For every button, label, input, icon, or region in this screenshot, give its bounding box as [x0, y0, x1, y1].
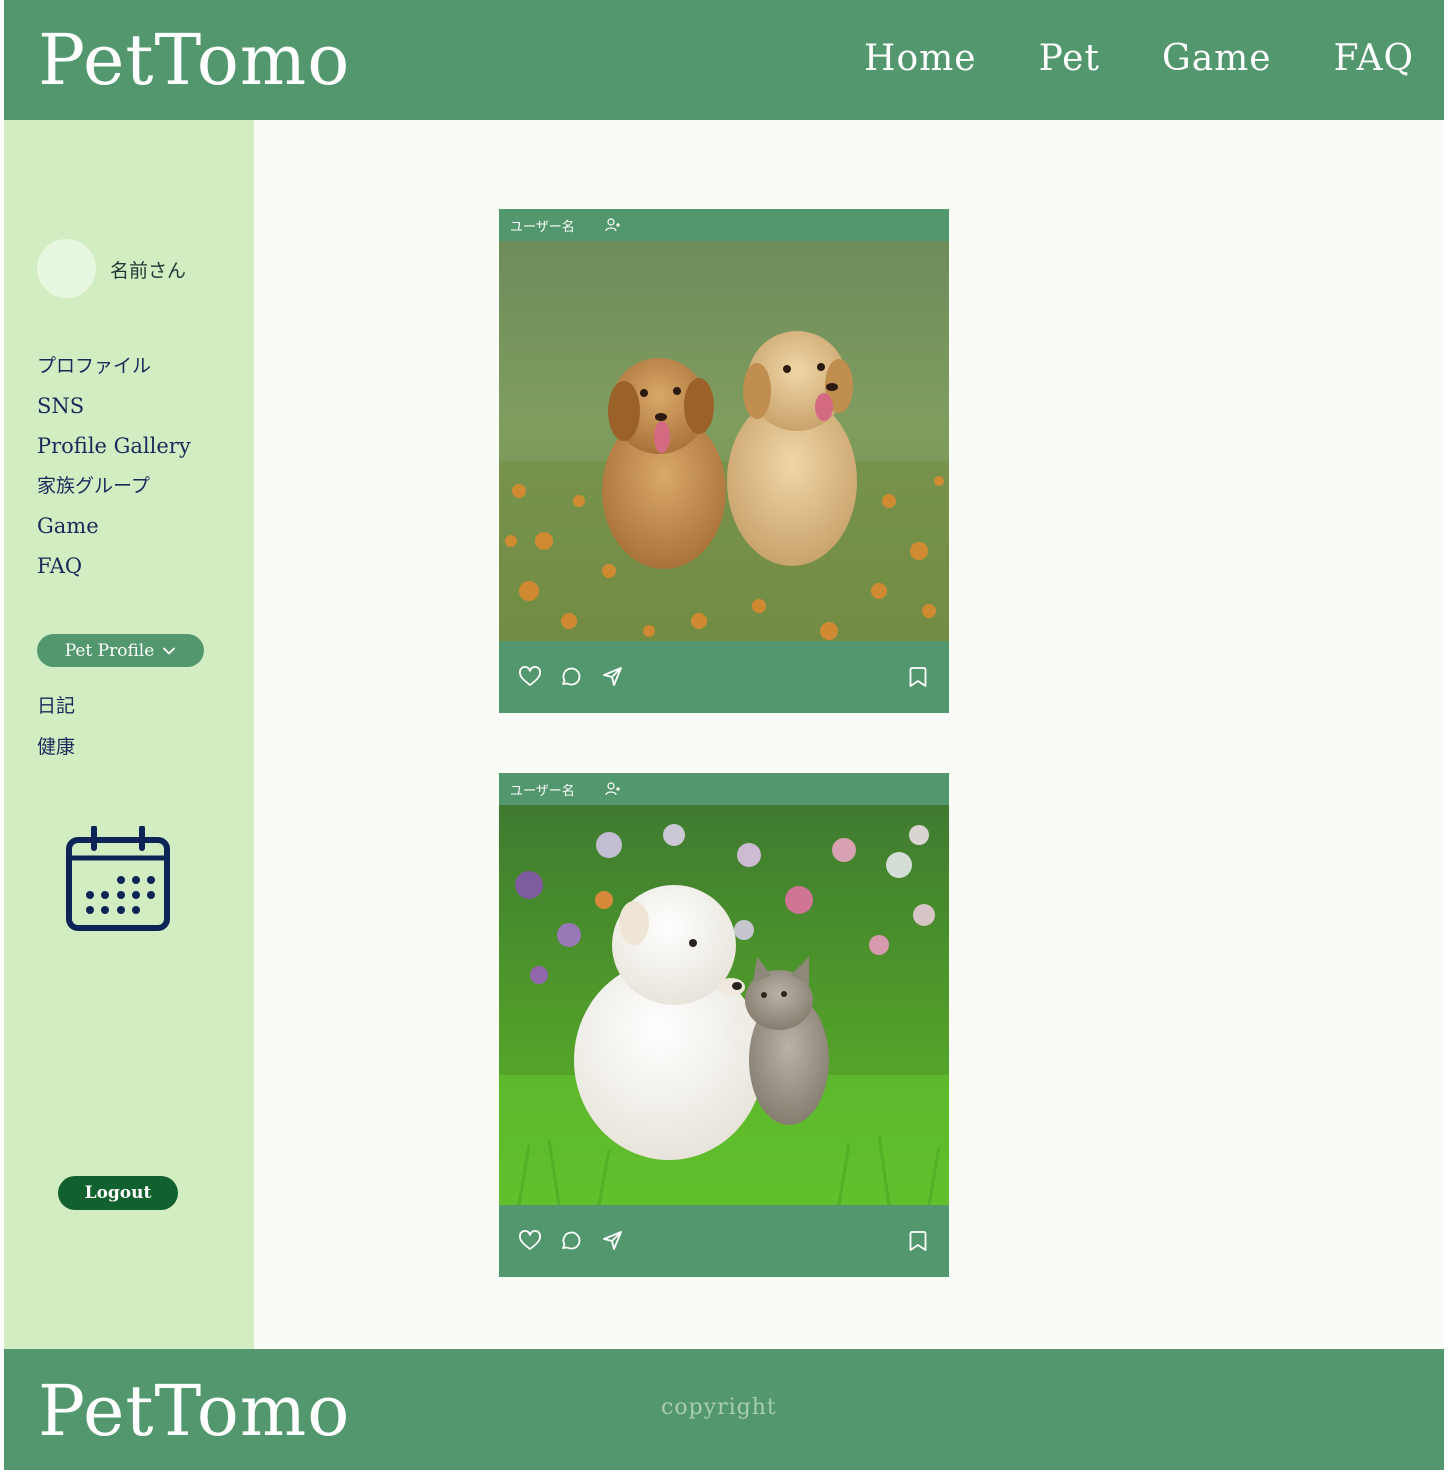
bookmark-icon[interactable]: [906, 1229, 930, 1253]
sidebar-item-health[interactable]: 健康: [37, 731, 75, 772]
post-actions: [499, 1205, 949, 1277]
copyright-text: copyright: [661, 1395, 777, 1420]
logout-button[interactable]: Logout: [58, 1176, 178, 1210]
top-header: PetTomo Home Pet Game FAQ: [4, 0, 1444, 120]
sidebar-item-profile-gallery[interactable]: Profile Gallery: [37, 430, 191, 470]
username: 名前さん: [110, 260, 187, 282]
nav-game[interactable]: Game: [1162, 36, 1272, 82]
post-username[interactable]: ユーザー名: [510, 780, 575, 799]
comment-icon[interactable]: [559, 1229, 583, 1253]
heart-icon[interactable]: [518, 1229, 542, 1253]
pet-submenu: 日記 健康: [37, 690, 75, 772]
comment-icon[interactable]: [559, 665, 583, 689]
brand-logo[interactable]: PetTomo: [38, 18, 350, 102]
sidebar-item-profile[interactable]: プロファイル: [37, 350, 191, 390]
sidebar-item-family-group[interactable]: 家族グループ: [37, 470, 191, 510]
page: PetTomo Home Pet Game FAQ 名前さん プロファイル SN…: [4, 0, 1444, 1470]
heart-icon[interactable]: [518, 665, 542, 689]
sidebar-item-diary[interactable]: 日記: [37, 690, 75, 731]
bookmark-icon[interactable]: [906, 665, 930, 689]
footer: PetTomo copyright: [4, 1349, 1444, 1470]
sidebar-item-game[interactable]: Game: [37, 510, 191, 550]
post-header: ユーザー名: [499, 773, 949, 805]
user-plus-icon[interactable]: [605, 217, 621, 233]
post-photo[interactable]: [499, 805, 949, 1205]
sidebar-item-sns[interactable]: SNS: [37, 390, 191, 430]
user-plus-icon[interactable]: [605, 781, 621, 797]
calendar-icon[interactable]: [63, 826, 173, 934]
footer-logo[interactable]: PetTomo: [38, 1369, 350, 1453]
pet-profile-dropdown[interactable]: Pet Profile: [37, 634, 204, 667]
sidebar-item-faq[interactable]: FAQ: [37, 550, 191, 590]
chevron-down-icon: [163, 647, 176, 654]
avatar[interactable]: [37, 239, 96, 298]
sidebar: 名前さん プロファイル SNS Profile Gallery 家族グループ G…: [4, 120, 254, 1349]
post-photo[interactable]: [499, 241, 949, 641]
top-nav: Home Pet Game FAQ: [864, 36, 1414, 82]
nav-pet[interactable]: Pet: [1039, 36, 1100, 82]
nav-home[interactable]: Home: [864, 36, 977, 82]
pet-profile-label: Pet Profile: [64, 640, 155, 661]
post-username[interactable]: ユーザー名: [510, 216, 575, 235]
post-header: ユーザー名: [499, 209, 949, 241]
post-card: ユーザー名: [499, 773, 949, 1277]
post-card: ユーザー名: [499, 209, 949, 713]
send-icon[interactable]: [601, 665, 625, 689]
nav-faq[interactable]: FAQ: [1334, 36, 1414, 82]
send-icon[interactable]: [601, 1229, 625, 1253]
sidebar-menu: プロファイル SNS Profile Gallery 家族グループ Game F…: [37, 350, 191, 590]
post-actions: [499, 641, 949, 713]
